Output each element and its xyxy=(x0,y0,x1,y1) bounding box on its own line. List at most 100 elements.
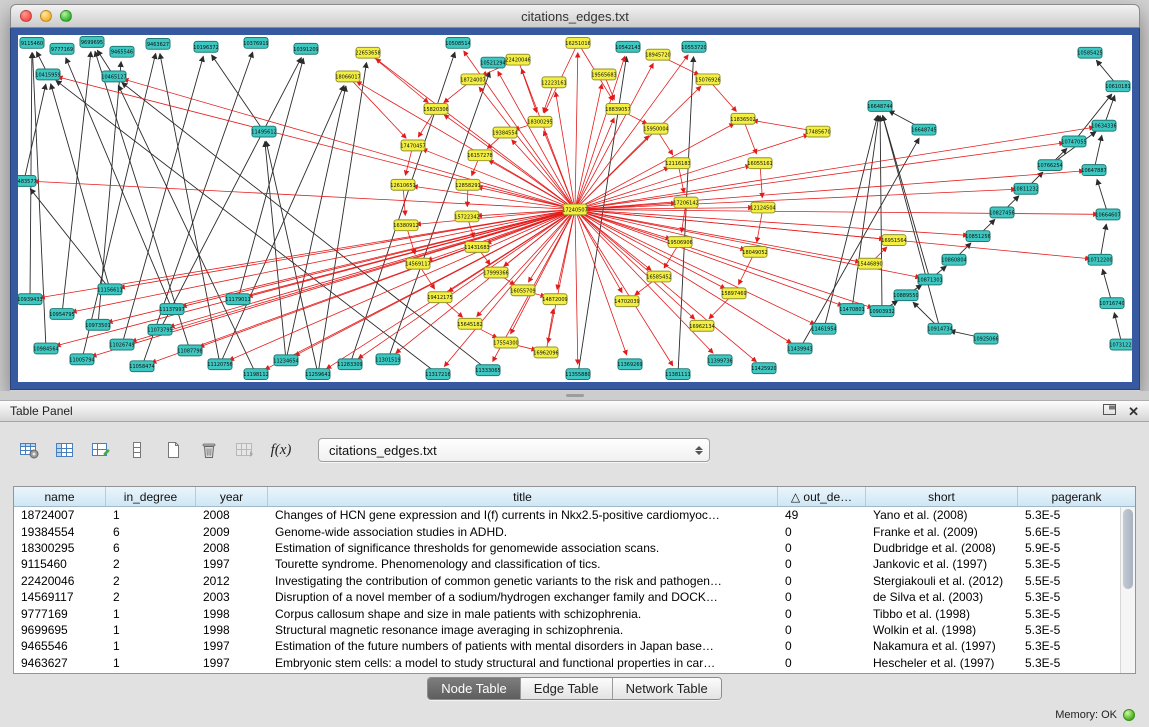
graph-node[interactable]: 10860804 xyxy=(941,254,966,265)
table-row[interactable]: 1938455462009Genome-wide association stu… xyxy=(14,523,1135,539)
table-cell-in_degree[interactable]: 1 xyxy=(106,508,196,522)
table-cell-pagerank[interactable]: 5.6E-5 xyxy=(1018,525,1114,539)
graph-node[interactable]: 10716740 xyxy=(1099,298,1124,309)
table-cell-pagerank[interactable]: 5.3E-5 xyxy=(1018,623,1114,637)
graph-node[interactable]: 11179011 xyxy=(225,294,250,305)
table-cell-title[interactable]: Disruption of a novel member of a sodium… xyxy=(268,590,778,604)
table-cell-name[interactable]: 14569117 xyxy=(14,590,106,604)
graph-node[interactable]: 16055161 xyxy=(747,158,772,169)
column-header[interactable]: year xyxy=(196,487,268,506)
table-cell-year[interactable]: 2003 xyxy=(196,590,268,604)
graph-node[interactable]: 9465546 xyxy=(110,46,134,57)
table-row[interactable]: 1872400712008Changes of HCN gene express… xyxy=(14,507,1135,523)
table-row[interactable]: 1830029562008Estimation of significance … xyxy=(14,540,1135,556)
table-cell-name[interactable]: 9463627 xyxy=(14,656,106,670)
graph-node[interactable]: 11439943 xyxy=(787,343,812,354)
float-panel-icon[interactable] xyxy=(1103,404,1116,418)
table-cell-name[interactable]: 19384554 xyxy=(14,525,106,539)
graph-node[interactable]: 10553720 xyxy=(681,41,706,52)
graph-node[interactable]: 16951564 xyxy=(881,235,906,246)
table-cell-title[interactable]: Genome-wide association studies in ADHD. xyxy=(268,525,778,539)
row-selector-icon[interactable] xyxy=(124,437,150,463)
graph-node[interactable]: 11259641 xyxy=(305,369,330,380)
graph-node[interactable]: 17240507 xyxy=(562,204,587,215)
column-header[interactable]: △ out_de… xyxy=(778,487,866,506)
graph-node[interactable]: 17999366 xyxy=(483,267,508,278)
graph-node[interactable]: 11120756 xyxy=(207,359,232,370)
graph-node[interactable]: 11369269 xyxy=(617,359,642,370)
graph-node[interactable]: 10376919 xyxy=(243,37,268,48)
graph-node[interactable]: 11495612 xyxy=(251,126,276,137)
delete-icon[interactable] xyxy=(196,437,222,463)
graph-node[interactable]: 10851256 xyxy=(965,231,990,242)
graph-node[interactable]: 11026749 xyxy=(109,339,134,350)
graph-node[interactable]: 10827456 xyxy=(989,207,1014,218)
table-cell-year[interactable]: 1997 xyxy=(196,639,268,653)
graph-node[interactable]: 10465127 xyxy=(101,71,126,82)
column-header[interactable]: title xyxy=(268,487,778,506)
table-row[interactable]: 2242004622012Investigating the contribut… xyxy=(14,573,1135,589)
column-header[interactable]: in_degree xyxy=(106,487,196,506)
graph-node[interactable]: 10903932 xyxy=(869,306,894,317)
table-cell-name[interactable]: 9699695 xyxy=(14,623,106,637)
table-cell-pagerank[interactable]: 5.5E-5 xyxy=(1018,574,1114,588)
table-cell-year[interactable]: 1997 xyxy=(196,557,268,571)
show-columns-icon[interactable] xyxy=(52,437,78,463)
graph-node[interactable]: 17485670 xyxy=(805,126,830,137)
table-cell-pagerank[interactable]: 5.3E-5 xyxy=(1018,639,1114,653)
close-window-button[interactable] xyxy=(20,10,32,22)
graph-node[interactable]: 16648744 xyxy=(867,101,892,112)
table-cell-out_degree[interactable]: 0 xyxy=(778,557,866,571)
table-cell-title[interactable]: Corpus callosum shape and size in male p… xyxy=(268,607,778,621)
graph-node[interactable]: 10889550 xyxy=(893,290,918,301)
table-cell-year[interactable]: 1998 xyxy=(196,623,268,637)
graph-node[interactable]: 10712200 xyxy=(1087,254,1112,265)
panel-divider[interactable] xyxy=(0,391,1149,400)
graph-node[interactable]: 11005794 xyxy=(69,354,94,365)
graph-node[interactable]: 18049052 xyxy=(742,246,767,257)
column-header[interactable]: pagerank xyxy=(1018,487,1135,506)
graph-node[interactable]: 14569117 xyxy=(405,258,430,269)
graph-node[interactable]: 10391209 xyxy=(293,43,318,54)
table-cell-name[interactable]: 9115460 xyxy=(14,557,106,571)
column-header[interactable]: short xyxy=(866,487,1018,506)
graph-node[interactable]: 17470457 xyxy=(400,140,425,151)
graph-node[interactable]: 16585452 xyxy=(646,271,671,282)
table-cell-title[interactable]: Investigating the contribution of common… xyxy=(268,574,778,588)
graph-node[interactable]: 10521294 xyxy=(480,57,505,68)
table-cell-in_degree[interactable]: 2 xyxy=(106,590,196,604)
graph-node[interactable]: 11058474 xyxy=(129,361,154,372)
table-cell-out_degree[interactable]: 0 xyxy=(778,525,866,539)
graph-node[interactable]: 19412175 xyxy=(427,292,452,303)
graph-node[interactable]: 9777169 xyxy=(50,43,74,54)
graph-node[interactable]: 11301519 xyxy=(375,354,400,365)
graph-node[interactable]: 11355880 xyxy=(565,369,590,380)
graph-node[interactable]: 10647887 xyxy=(1081,165,1106,176)
import-table-icon[interactable] xyxy=(232,437,258,463)
graph-node[interactable]: 11317216 xyxy=(425,369,450,380)
divider-handle-icon[interactable] xyxy=(566,394,584,397)
graph-node[interactable]: 16962134 xyxy=(689,320,714,331)
zoom-window-button[interactable] xyxy=(60,10,72,22)
graph-node[interactable]: 11283309 xyxy=(337,359,362,370)
graph-node[interactable]: 11483577 xyxy=(18,175,37,186)
table-cell-short[interactable]: de Silva et al. (2003) xyxy=(866,590,1018,604)
table-cell-out_degree[interactable]: 0 xyxy=(778,574,866,588)
graph-node[interactable]: 19565683 xyxy=(591,69,616,80)
tab-network-table[interactable]: Network Table xyxy=(612,678,721,699)
graph-node[interactable]: 22653658 xyxy=(355,47,380,58)
graph-node[interactable]: 11381111 xyxy=(665,369,690,380)
graph-node[interactable]: 16380912 xyxy=(393,220,418,231)
tab-node-table[interactable]: Node Table xyxy=(428,678,520,699)
minimize-window-button[interactable] xyxy=(40,10,52,22)
graph-node[interactable]: 17206142 xyxy=(673,197,698,208)
graph-node[interactable]: 15446890 xyxy=(857,258,882,269)
table-cell-out_degree[interactable]: 0 xyxy=(778,639,866,653)
graph-node[interactable]: 11073795 xyxy=(147,324,172,335)
graph-node[interactable]: 11087798 xyxy=(177,345,202,356)
table-cell-pagerank[interactable]: 5.3E-5 xyxy=(1018,557,1114,571)
graph-node[interactable]: 15820306 xyxy=(423,104,448,115)
vertical-scrollbar[interactable] xyxy=(1120,507,1135,673)
table-cell-out_degree[interactable]: 0 xyxy=(778,623,866,637)
graph-node[interactable]: 15076926 xyxy=(695,74,720,85)
